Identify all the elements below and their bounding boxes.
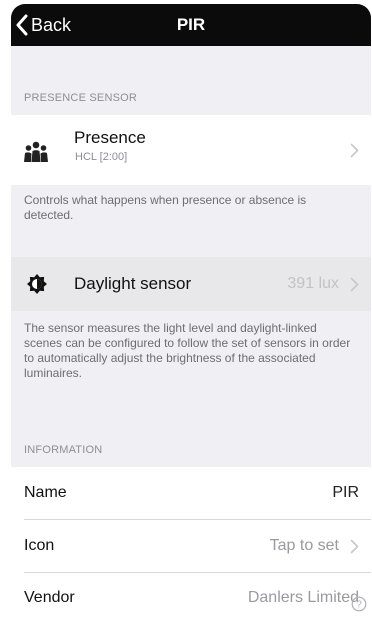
navigation-bar: Back PIR — [11, 4, 371, 46]
help-icon[interactable]: ? — [351, 596, 367, 612]
icon-label: Icon — [24, 537, 55, 554]
info-row-icon[interactable]: Icon Tap to set — [11, 520, 371, 572]
presence-section-header: PRESENCE SENSOR — [24, 92, 138, 104]
info-row-vendor[interactable]: Vendor Danlers Limited — [11, 573, 371, 624]
information-list: Name PIR Icon Tap to set Vendor Danlers … — [11, 467, 371, 624]
presence-title: Presence — [74, 128, 146, 147]
page-title: PIR — [176, 15, 206, 34]
daylight-value: 391 lux — [287, 275, 339, 292]
daylight-title: Daylight sensor — [74, 274, 192, 293]
chevron-right-icon — [350, 277, 359, 292]
presence-row[interactable]: Presence HCL [2:00] — [11, 115, 371, 185]
vendor-label: Vendor — [24, 589, 75, 606]
daylight-sensor-row[interactable]: Daylight sensor 391 lux — [11, 257, 371, 311]
vendor-value: Danlers Limited — [247, 589, 359, 606]
presence-footer: Controls what happens when presence or a… — [24, 193, 307, 222]
info-row-name[interactable]: Name PIR — [11, 467, 371, 519]
people-icon — [24, 141, 48, 162]
presence-subtitle: HCL [2:00] — [75, 151, 128, 163]
chevron-right-icon — [350, 143, 359, 158]
icon-value: Tap to set — [269, 537, 339, 554]
phone-screen: Back PIR PRESENCE SENSOR Presence HCL [2… — [11, 4, 371, 624]
brightness-icon — [27, 274, 47, 294]
svg-text:?: ? — [356, 600, 362, 611]
daylight-footer: The sensor measures the light level and … — [24, 321, 351, 380]
chevron-right-icon — [350, 539, 359, 554]
name-label: Name — [24, 484, 67, 501]
information-section-header: INFORMATION — [24, 444, 103, 456]
name-value: PIR — [332, 484, 359, 501]
